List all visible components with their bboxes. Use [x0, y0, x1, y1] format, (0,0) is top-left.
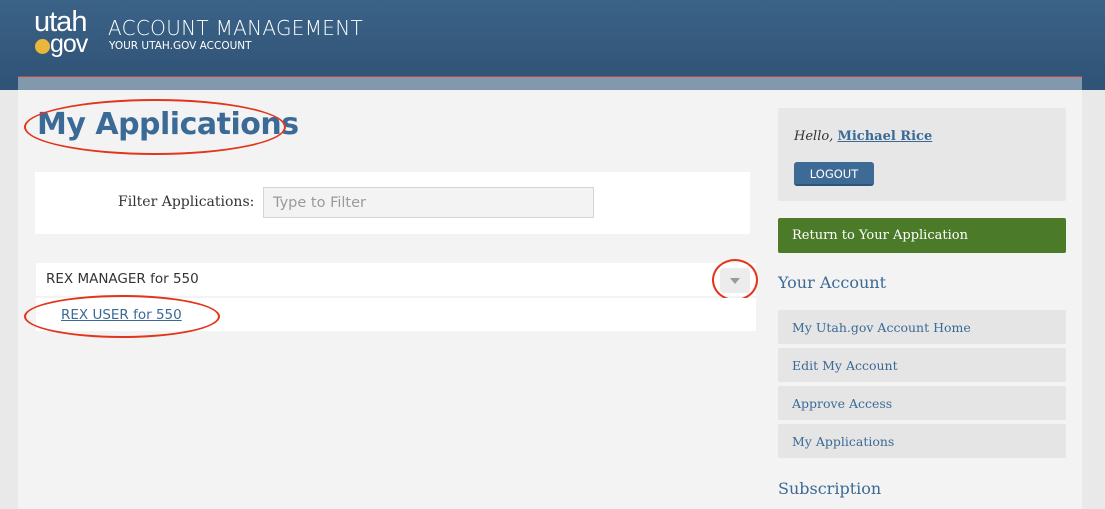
greeting: Hello, Michael Rice	[794, 129, 932, 144]
logout-button[interactable]: LOGOUT	[794, 162, 874, 186]
your-account-heading: Your Account	[778, 273, 886, 292]
utah-gov-logo[interactable]: utah gov	[34, 6, 94, 60]
header-band	[18, 76, 1082, 90]
user-name-link[interactable]: Michael Rice	[837, 129, 932, 144]
filter-input[interactable]	[263, 187, 594, 218]
user-panel	[778, 108, 1066, 201]
app-subtitle: YOUR UTAH.GOV ACCOUNT	[109, 40, 252, 52]
return-to-application-button[interactable]: Return to Your Application	[778, 218, 1066, 253]
logo-text-gov: gov	[50, 30, 88, 58]
logo-dot-icon	[35, 39, 50, 54]
sidebar-item-account-home[interactable]: My Utah.gov Account Home	[778, 310, 1066, 344]
application-name: REX MANAGER for 550	[46, 271, 199, 287]
sub-application-link[interactable]: REX USER for 550	[61, 307, 182, 323]
expand-toggle-button[interactable]	[720, 268, 750, 293]
sidebar-item-edit-account[interactable]: Edit My Account	[778, 348, 1066, 382]
subscription-heading: Subscription	[778, 479, 882, 498]
page-title: My Applications	[37, 107, 299, 142]
sidebar-item-approve-access[interactable]: Approve Access	[778, 386, 1066, 420]
filter-label: Filter Applications:	[118, 194, 255, 210]
greeting-text: Hello,	[794, 129, 834, 144]
sidebar-item-my-applications[interactable]: My Applications	[778, 424, 1066, 458]
app-title: ACCOUNT MANAGEMENT	[108, 16, 364, 40]
